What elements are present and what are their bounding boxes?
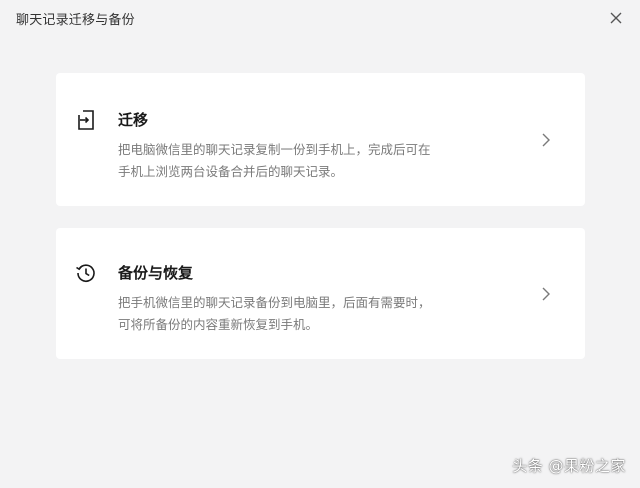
migrate-card[interactable]: 迁移 把电脑微信里的聊天记录复制一份到手机上，完成后可在 手机上浏览两台设备合并…: [56, 73, 585, 206]
description-line: 把电脑微信里的聊天记录复制一份到手机上，完成后可在: [118, 142, 431, 157]
description-line: 把手机微信里的聊天记录备份到电脑里，后面有需要时，: [118, 295, 431, 310]
backup-restore-description: 把手机微信里的聊天记录备份到电脑里，后面有需要时， 可将所备份的内容重新恢复到手…: [118, 292, 518, 336]
description-line: 手机上浏览两台设备合并后的聊天记录。: [118, 164, 344, 179]
watermark: 头条 @果粉之家: [512, 457, 626, 475]
title-bar: 聊天记录迁移与备份: [0, 0, 640, 36]
backup-restore-title: 备份与恢复: [118, 264, 194, 282]
description-line: 可将所备份的内容重新恢复到手机。: [118, 317, 319, 332]
migrate-icon: [78, 110, 94, 130]
migrate-title: 迁移: [118, 111, 149, 129]
close-icon: [610, 12, 622, 24]
window-title: 聊天记录迁移与备份: [16, 13, 135, 28]
chevron-right-icon: [542, 133, 550, 147]
close-button[interactable]: [604, 6, 628, 30]
history-icon: [76, 264, 95, 282]
migrate-description: 把电脑微信里的聊天记录复制一份到手机上，完成后可在 手机上浏览两台设备合并后的聊…: [118, 139, 518, 183]
chevron-right-icon: [542, 287, 550, 301]
backup-restore-card[interactable]: 备份与恢复 把手机微信里的聊天记录备份到电脑里，后面有需要时， 可将所备份的内容…: [56, 228, 585, 359]
